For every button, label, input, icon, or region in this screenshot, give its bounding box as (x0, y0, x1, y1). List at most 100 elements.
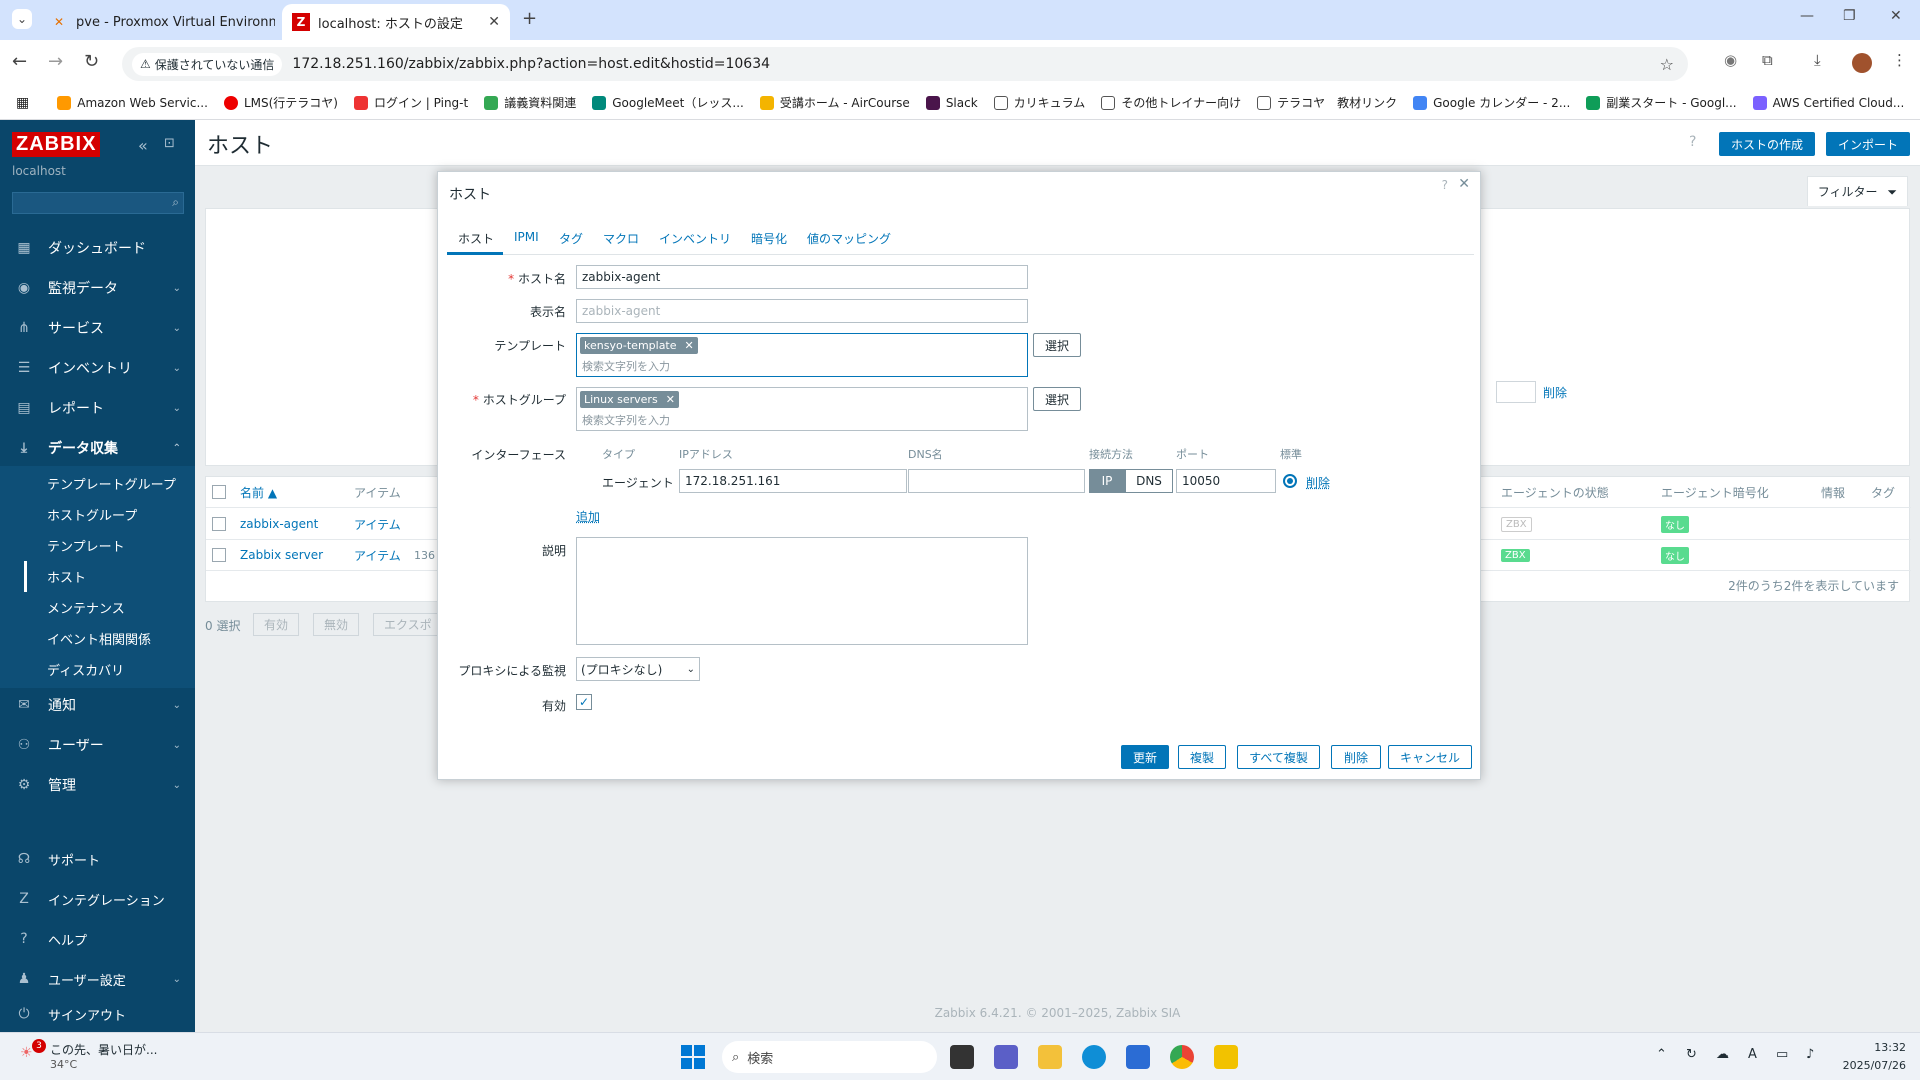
bookmark-lms[interactable]: LMS(行テラコヤ) (223, 94, 338, 111)
clone-button[interactable]: 複製 (1178, 745, 1226, 769)
restore-icon[interactable]: ❐ (1843, 8, 1856, 24)
task-view-icon[interactable] (950, 1045, 974, 1069)
kiosk-icon[interactable]: ⊡ (164, 136, 175, 151)
security-chip[interactable]: ⚠ 保護されていない通信 (132, 52, 283, 76)
connect-ip-button[interactable]: IP (1089, 469, 1125, 493)
host-name-link[interactable]: zabbix-agent (240, 517, 318, 531)
import-button[interactable]: インポート (1826, 132, 1911, 156)
browser-tab-zabbix[interactable]: Z localhost: ホストの設定 ✕ (282, 4, 510, 40)
terakoya-app-icon[interactable] (1214, 1045, 1238, 1069)
enabled-checkbox[interactable]: ✓ (576, 694, 592, 710)
sidebar-item-monitoring[interactable]: ◉ 監視データ ⌄ (0, 268, 195, 308)
sidebar-subitem-templates[interactable]: テンプレート (24, 530, 195, 561)
browser-tab-proxmox[interactable]: ✕ pve - Proxmox Virtual Environm ✕ (40, 4, 275, 40)
sidebar-item-help[interactable]: ? ヘルプ (0, 919, 195, 959)
bookmark-slack[interactable]: Slack (925, 95, 978, 110)
iface-dns-input[interactable] (908, 469, 1085, 493)
network-icon[interactable]: ▭ (1776, 1047, 1788, 1062)
new-tab-icon[interactable]: + (522, 8, 537, 29)
reload-icon[interactable]: ↻ (84, 51, 99, 72)
disable-button[interactable]: 無効 (313, 613, 360, 636)
host-groups-multiselect[interactable]: Linux servers ✕ 検索文字列を入力 (576, 387, 1028, 431)
enable-button[interactable]: 有効 (253, 613, 300, 636)
filter-tab[interactable]: フィルター ⏷ (1806, 176, 1908, 206)
iface-port-input[interactable]: 10050 (1176, 469, 1276, 493)
chrome-icon[interactable] (1170, 1045, 1194, 1069)
help-icon[interactable]: ? (1689, 134, 1696, 150)
chevron-up-icon[interactable]: ⌃ (1656, 1047, 1667, 1062)
cancel-button[interactable]: キャンセル (1388, 745, 1472, 769)
menu-dots-icon[interactable]: ⋮ (1892, 51, 1907, 69)
tab-macros[interactable]: マクロ (603, 230, 639, 247)
weather-icon[interactable]: ☀ (20, 1045, 33, 1061)
sidebar-item-inventory[interactable]: ☰ インベントリ ⌄ (0, 348, 195, 388)
tab-search-icon[interactable]: ⌄ (12, 9, 32, 29)
bookmark-folder-terakoya[interactable]: テラコヤ 教材リンク (1257, 94, 1397, 111)
tab-tags[interactable]: タグ (559, 230, 583, 247)
tab-ipmi[interactable]: IPMI (514, 230, 539, 244)
close-icon[interactable]: ✕ (488, 14, 500, 30)
forward-icon[interactable]: → (48, 51, 63, 72)
sidebar-subitem-discovery[interactable]: ディスカバリ (24, 654, 195, 685)
bookmark-aws[interactable]: Amazon Web Servic... (57, 95, 208, 110)
host-name-input[interactable]: zabbix-agent (576, 265, 1028, 289)
camera-icon[interactable]: ◉ (1724, 51, 1737, 69)
profile-avatar[interactable] (1852, 53, 1872, 73)
row-checkbox[interactable] (212, 517, 226, 531)
help-icon[interactable]: ? (1442, 178, 1448, 192)
cloud-off-icon[interactable]: ☁ (1716, 1047, 1729, 1062)
sidebar-subitem-hosts[interactable]: ホスト (24, 561, 195, 592)
bookmark-folder-curriculum[interactable]: カリキュラム (993, 94, 1085, 111)
filter-remove-link[interactable]: 削除 (1543, 384, 1567, 401)
weather-text[interactable]: この先、暑い日が... (50, 1041, 157, 1058)
taskbar-search[interactable]: ⌕ 検索 (722, 1041, 937, 1073)
address-bar[interactable]: ⚠ 保護されていない通信 172.18.251.160/zabbix/zabbi… (122, 47, 1688, 81)
row-checkbox[interactable] (212, 548, 226, 562)
sidebar-item-services[interactable]: ⋔ サービス ⌄ (0, 308, 195, 348)
sidebar-item-support[interactable]: ☊ サポート (0, 839, 195, 879)
sidebar-item-dashboard[interactable]: ▦ ダッシュボード (0, 228, 195, 268)
bookmark-folder-trainer[interactable]: その他トレイナー向け (1101, 94, 1241, 111)
sidebar-subitem-event-correlation[interactable]: イベント相関関係 (24, 623, 195, 654)
teams-icon[interactable] (994, 1045, 1018, 1069)
sidebar-item-data-collection[interactable]: ⤓ データ収集 ⌃ (0, 428, 195, 468)
export-button[interactable]: エクスポ (373, 613, 443, 636)
edge-icon[interactable] (1082, 1045, 1106, 1069)
bookmark-aws-cert[interactable]: AWS Certified Cloud... (1752, 95, 1904, 110)
volume-icon[interactable]: ♪ (1806, 1047, 1814, 1062)
bookmark-aircourse[interactable]: 受講ホーム - AirCourse (759, 94, 910, 111)
close-icon[interactable]: ✕ (1458, 176, 1470, 192)
bookmark-calendar[interactable]: Google カレンダー - 2... (1413, 94, 1570, 111)
sidebar-item-reports[interactable]: ▤ レポート ⌄ (0, 388, 195, 428)
sync-icon[interactable]: ↻ (1686, 1047, 1697, 1062)
delete-button[interactable]: 削除 (1331, 745, 1381, 769)
sidebar-item-administration[interactable]: ⚙ 管理 ⌄ (0, 765, 195, 805)
iface-remove-link[interactable]: 削除 (1306, 474, 1330, 491)
remove-chip-icon[interactable]: ✕ (666, 393, 675, 406)
download-icon[interactable]: ⤓ (1814, 51, 1821, 69)
host-name-link[interactable]: Zabbix server (240, 548, 323, 562)
sidebar-search-input[interactable]: ⌕ (12, 192, 184, 214)
sidebar-subitem-template-groups[interactable]: テンプレートグループ (24, 468, 195, 499)
bookmark-pingt[interactable]: ログイン | Ping-t (353, 94, 468, 111)
visible-name-input[interactable]: zabbix-agent (576, 299, 1028, 323)
sidebar-item-alerts[interactable]: ✉ 通知 ⌄ (0, 685, 195, 725)
zabbix-logo[interactable]: ZABBIX (12, 132, 101, 157)
iface-ip-input[interactable]: 172.18.251.161 (679, 469, 907, 493)
templates-multiselect[interactable]: kensyo-template ✕ 検索文字列を入力 (576, 333, 1028, 377)
sidebar-subitem-host-groups[interactable]: ホストグループ (24, 499, 195, 530)
update-button[interactable]: 更新 (1121, 745, 1169, 769)
tab-encryption[interactable]: 暗号化 (751, 230, 787, 247)
window-close-icon[interactable]: ✕ (1890, 8, 1902, 24)
proxy-select[interactable]: (プロキシなし) ⌄ (576, 657, 700, 681)
create-host-button[interactable]: ホストの作成 (1719, 132, 1816, 156)
extensions-icon[interactable]: ⧉ (1762, 51, 1773, 69)
tab-value-mapping[interactable]: 値のマッピング (807, 230, 891, 247)
star-icon[interactable]: ☆ (1660, 55, 1674, 74)
sidebar-item-user-settings[interactable]: ♟ ユーザー設定 ⌄ (0, 959, 195, 999)
items-link[interactable]: アイテム (354, 547, 401, 564)
clock-date[interactable]: 2025/07/26 (1836, 1059, 1906, 1072)
items-link[interactable]: アイテム (354, 516, 401, 533)
bookmark-drive[interactable]: 議義資料関連 (484, 94, 576, 111)
full-clone-button[interactable]: すべて複製 (1237, 745, 1320, 769)
